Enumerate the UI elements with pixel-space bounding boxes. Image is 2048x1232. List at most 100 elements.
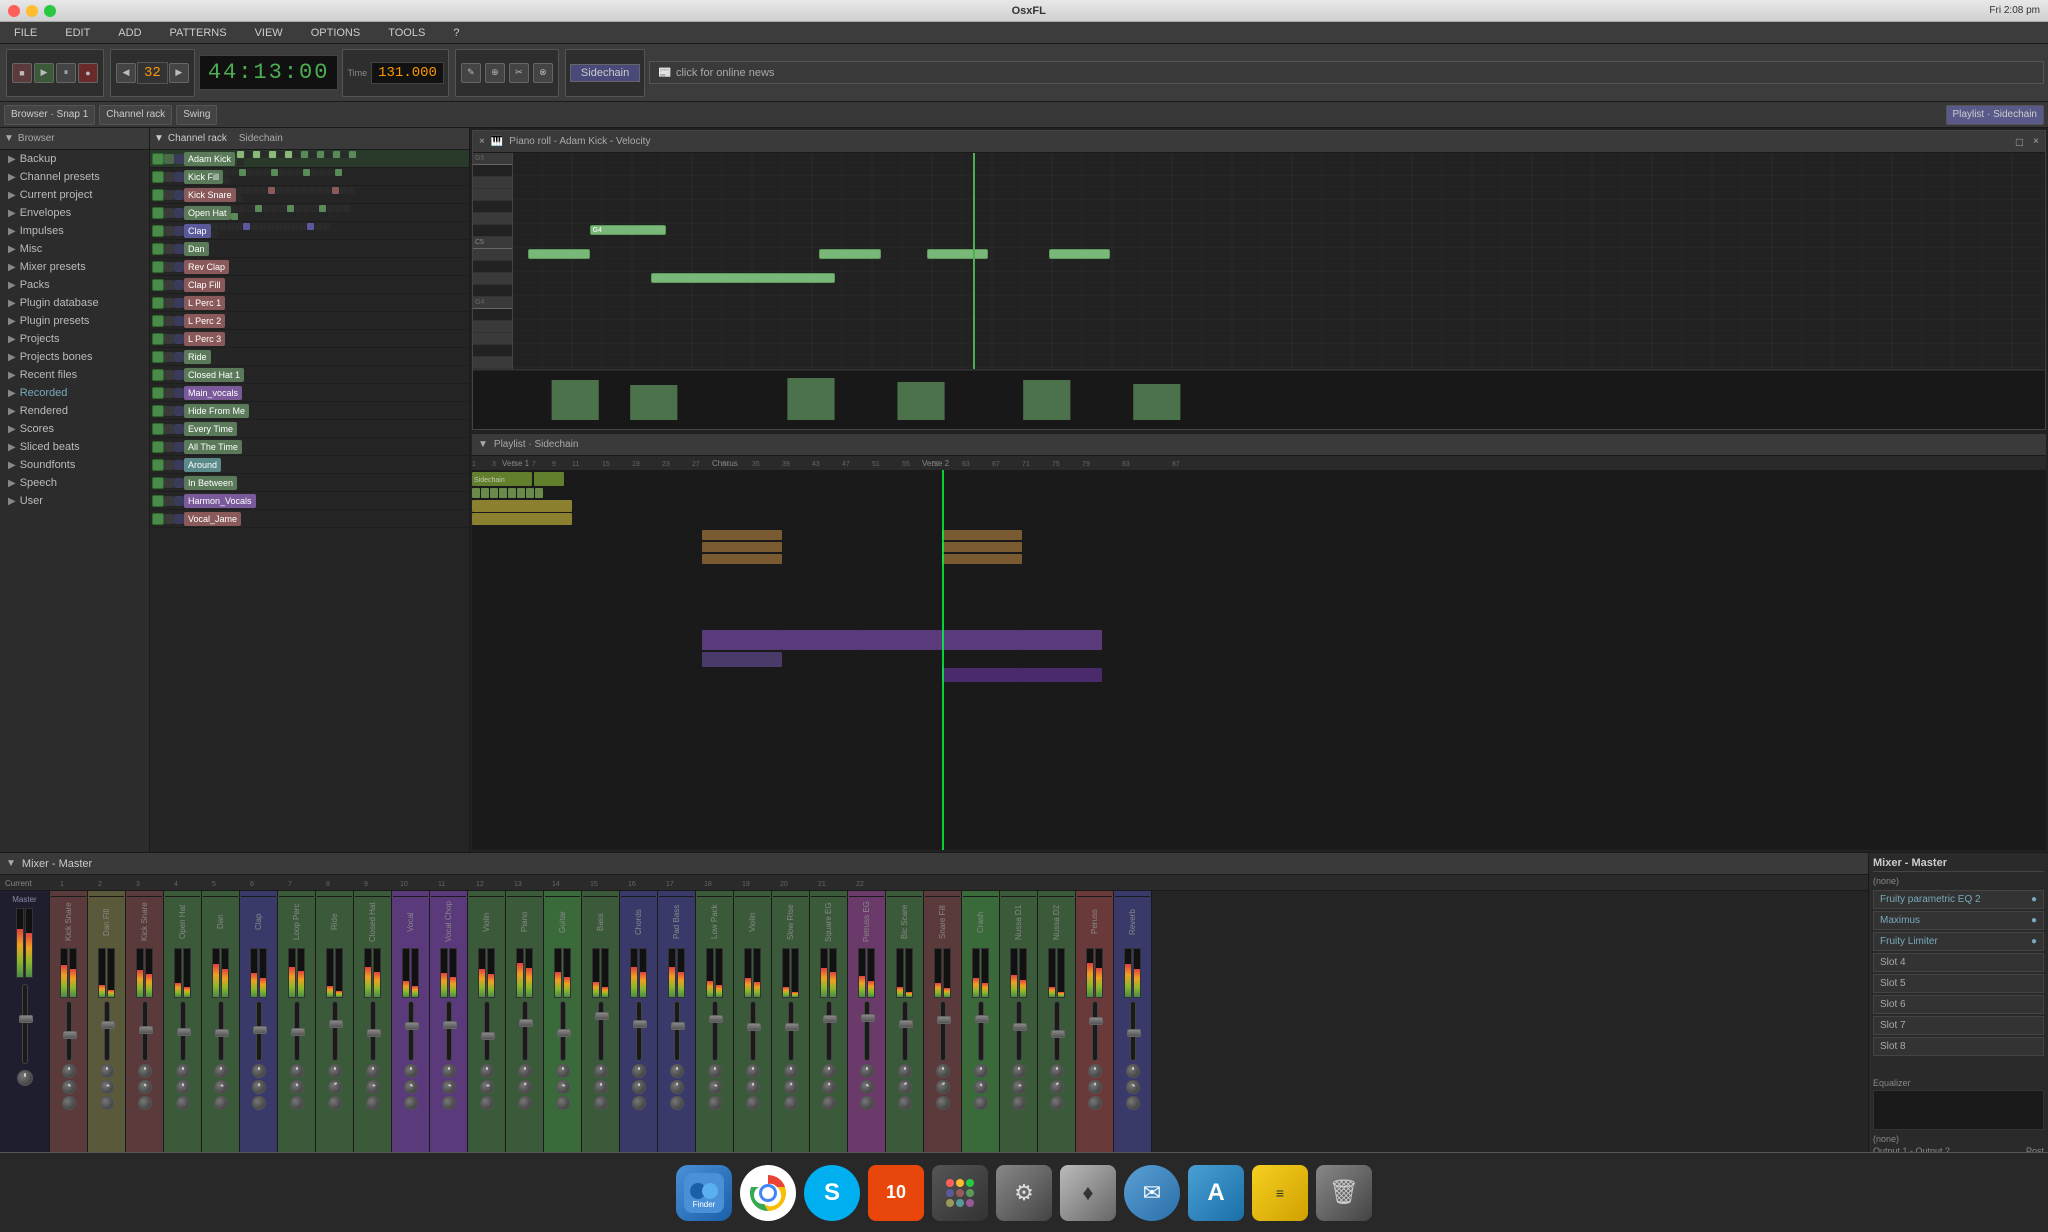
fader-13[interactable]	[519, 1019, 533, 1027]
send-28[interactable]	[1088, 1080, 1102, 1094]
send-26[interactable]	[1012, 1080, 1026, 1094]
menu-help[interactable]: ?	[447, 25, 465, 41]
mixer-channel-11[interactable]: Vocal Chop	[430, 891, 468, 1152]
dock-app-mail[interactable]: ✉	[1124, 1165, 1180, 1221]
mixer-channel-18[interactable]: Low Pack	[696, 891, 734, 1152]
piano-roll-close[interactable]: ×	[479, 136, 485, 147]
channel-row-adam-kick[interactable]: Adam Kick	[150, 150, 469, 168]
ch-env-btn[interactable]	[174, 208, 184, 218]
pan-26[interactable]	[1012, 1064, 1026, 1078]
send2-21[interactable]	[822, 1096, 836, 1110]
browser-item-speech[interactable]: ▶ Speech	[0, 474, 149, 492]
send2-10[interactable]	[404, 1096, 418, 1110]
mixer-channel-26[interactable]: Nussa D1	[1000, 891, 1038, 1152]
send2-8[interactable]	[328, 1096, 342, 1110]
pan-5[interactable]	[214, 1064, 228, 1078]
browser-item-projects-bones[interactable]: ▶ Projects bones	[0, 348, 149, 366]
ch-instrument-btn[interactable]: Kick Snare	[184, 188, 236, 202]
dock-app-launchpad[interactable]	[932, 1165, 988, 1221]
pan-14[interactable]	[556, 1064, 570, 1078]
send-11[interactable]	[442, 1080, 456, 1094]
pan-19[interactable]	[746, 1064, 760, 1078]
browser-item-impulses[interactable]: ▶ Impulses	[0, 222, 149, 240]
menu-file[interactable]: FILE	[8, 25, 43, 41]
mixer-channel-6[interactable]: Clap	[240, 891, 278, 1152]
browser-item-recent-files[interactable]: ▶ Recent files	[0, 366, 149, 384]
news-bar[interactable]: 📰 click for online news	[649, 61, 2044, 84]
send-19[interactable]	[746, 1080, 760, 1094]
fx-slot-2-toggle[interactable]: ●	[2031, 915, 2037, 926]
ch-mute-btn[interactable]	[152, 459, 164, 471]
channel-row-l-perc-2[interactable]: L Perc 2	[150, 312, 469, 330]
channel-rack-toggle[interactable]: Channel rack	[99, 105, 172, 125]
channel-row-closed-hat[interactable]: Closed Hat 1	[150, 366, 469, 384]
play-button[interactable]: ▶	[34, 63, 54, 83]
pan-17[interactable]	[670, 1064, 684, 1078]
mixer-channel-7[interactable]: Loop Perc	[278, 891, 316, 1152]
channel-row-kick-fill[interactable]: Kick Fill	[150, 168, 469, 186]
send2-3[interactable]	[138, 1096, 152, 1110]
record-button[interactable]: ●	[78, 63, 98, 83]
ch-env-btn[interactable]	[174, 352, 184, 362]
send2-18[interactable]	[708, 1096, 722, 1110]
fader-19[interactable]	[747, 1023, 761, 1031]
mixer-channel-15[interactable]: Bass	[582, 891, 620, 1152]
ch-solo-btn[interactable]	[164, 280, 174, 290]
pan-20[interactable]	[784, 1064, 798, 1078]
browser-item-channel-presets[interactable]: ▶ Channel presets	[0, 168, 149, 186]
ch-mute-btn[interactable]	[152, 513, 164, 525]
send2-22[interactable]	[860, 1096, 874, 1110]
mixer-channel-19[interactable]: Violin	[734, 891, 772, 1152]
browser-item-misc[interactable]: ▶ Misc	[0, 240, 149, 258]
browser-item-current-project[interactable]: ▶ Current project	[0, 186, 149, 204]
fader-15[interactable]	[595, 1012, 609, 1020]
ch-mute-btn[interactable]	[152, 261, 164, 273]
ch-env-btn[interactable]	[174, 190, 184, 200]
mixer-channel-21[interactable]: Square EG	[810, 891, 848, 1152]
fx-slot-8[interactable]: Slot 8	[1873, 1037, 2044, 1056]
ch-instrument-btn[interactable]: Ride	[184, 350, 211, 364]
ch-instrument-btn[interactable]: Rev Clap	[184, 260, 229, 274]
ch-instrument-btn[interactable]: L Perc 3	[184, 332, 225, 346]
fader-25[interactable]	[975, 1015, 989, 1023]
fx-slot-4[interactable]: Slot 4	[1873, 953, 2044, 972]
dock-app-trash[interactable]: 🗑	[1316, 1165, 1372, 1221]
browser-item-sliced-beats[interactable]: ▶ Sliced beats	[0, 438, 149, 456]
send2-24[interactable]	[936, 1096, 950, 1110]
tool-4[interactable]: ⊗	[533, 63, 553, 83]
ch-env-btn[interactable]	[174, 262, 184, 272]
ch-env-btn[interactable]	[174, 370, 184, 380]
send2-7[interactable]	[290, 1096, 304, 1110]
send-14[interactable]	[556, 1080, 570, 1094]
send2-29[interactable]	[1126, 1096, 1140, 1110]
playlist-toggle[interactable]: Playlist · Sidechain	[1946, 105, 2044, 125]
send2-12[interactable]	[480, 1096, 494, 1110]
fx-slot-1-toggle[interactable]: ●	[2031, 894, 2037, 905]
fader-10[interactable]	[405, 1022, 419, 1030]
ch-mute-btn[interactable]	[152, 495, 164, 507]
piano-key-eb4[interactable]	[473, 345, 512, 357]
mixer-channel-25[interactable]: Crash	[962, 891, 1000, 1152]
mixer-channel-20[interactable]: Slow Rise	[772, 891, 810, 1152]
pan-6[interactable]	[252, 1064, 266, 1078]
ch-mute-btn[interactable]	[152, 405, 164, 417]
menu-add[interactable]: ADD	[112, 25, 147, 41]
fader-22[interactable]	[861, 1014, 875, 1022]
fx-slot-6[interactable]: Slot 6	[1873, 995, 2044, 1014]
mixer-channel-27[interactable]: Nussa D2	[1038, 891, 1076, 1152]
mixer-channel-24[interactable]: Snare Fill	[924, 891, 962, 1152]
channel-row-all-the-time[interactable]: All The Time	[150, 438, 469, 456]
send2-15[interactable]	[594, 1096, 608, 1110]
mixer-channel-13[interactable]: Piano	[506, 891, 544, 1152]
fader-17[interactable]	[671, 1022, 685, 1030]
dock-app-10[interactable]: 10	[868, 1165, 924, 1221]
ch-instrument-btn[interactable]: All The Time	[184, 440, 242, 454]
fader-8[interactable]	[329, 1020, 343, 1028]
piano-key-a4[interactable]	[473, 273, 512, 285]
pan-8[interactable]	[328, 1064, 342, 1078]
send-1[interactable]	[62, 1080, 76, 1094]
ch-mute-btn[interactable]	[152, 207, 164, 219]
pan-21[interactable]	[822, 1064, 836, 1078]
mixer-channel-1[interactable]: Kick Snare	[50, 891, 88, 1152]
ch-solo-btn[interactable]	[164, 460, 174, 470]
